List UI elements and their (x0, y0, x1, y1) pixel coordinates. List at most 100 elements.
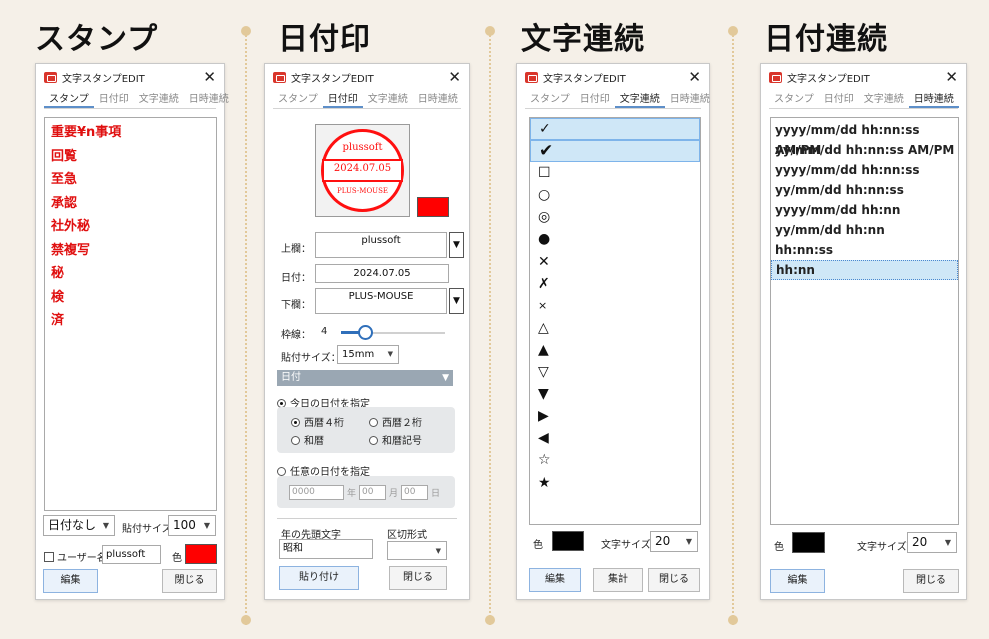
close-button[interactable]: 閉じる (162, 569, 217, 593)
user-field[interactable]: plussoft (102, 545, 161, 564)
tab-text-sequence[interactable]: 文字連続 (363, 92, 413, 108)
symbol-list[interactable]: ✓ ✔ ☐ ○ ◎ ● ✕ ✗ × △ ▲ ▽ ▼ ▶ ◀ ☆ ★ (529, 117, 701, 525)
size-select[interactable]: 20 ▼ (907, 532, 957, 553)
list-item[interactable]: yy/mm/dd hh:nn:ss (771, 180, 958, 200)
list-item[interactable]: ▶ (530, 405, 700, 427)
radio[interactable] (291, 418, 300, 427)
tab-text-sequence[interactable]: 文字連続 (614, 92, 665, 108)
list-item[interactable]: ☆ (530, 449, 700, 471)
close-icon[interactable]: ✕ (203, 69, 216, 85)
list-item[interactable]: ▼ (530, 383, 700, 405)
list-item[interactable]: ○ (530, 184, 700, 206)
day-field[interactable]: 00 (401, 485, 428, 500)
radio[interactable] (369, 436, 378, 445)
tab-stamp[interactable]: スタンプ (525, 92, 575, 108)
list-item[interactable]: ▲ (530, 339, 700, 361)
list-item[interactable]: 済 (45, 309, 216, 333)
list-item[interactable]: × (530, 295, 700, 317)
list-item[interactable]: yyyy/mm/dd hh:nn:ss AM/PM (771, 120, 958, 157)
user-checkbox[interactable] (44, 552, 54, 562)
list-item[interactable]: yy/mm/dd hh:nn:ss AM/PM (771, 140, 958, 160)
format-wareki-symbol[interactable]: 和暦記号 (369, 432, 422, 447)
edit-button[interactable]: 編集 (43, 569, 98, 593)
month-field[interactable]: 00 (359, 485, 386, 500)
border-slider-thumb[interactable] (357, 325, 373, 340)
list-item[interactable]: ✔ (530, 140, 700, 163)
format-seireki2[interactable]: 西暦２桁 (369, 414, 422, 429)
list-item[interactable]: hh:nn (771, 260, 958, 280)
tab-stamp[interactable]: スタンプ (44, 92, 94, 108)
radio[interactable] (291, 436, 300, 445)
list-item[interactable]: ● (530, 228, 700, 250)
list-item[interactable]: ◀ (530, 427, 700, 449)
close-button[interactable]: 閉じる (903, 569, 959, 593)
list-item[interactable]: 秘 (45, 262, 216, 286)
size-select[interactable]: 20 ▼ (650, 531, 698, 552)
date-format-list[interactable]: yyyy/mm/dd hh:nn:ss AM/PM yy/mm/dd hh:nn… (770, 117, 959, 525)
list-item[interactable]: 社外秘 (45, 215, 216, 239)
tab-date-sequence[interactable]: 日時連続 (184, 92, 234, 108)
edit-button[interactable]: 編集 (770, 569, 825, 593)
count-button[interactable]: 集計 (593, 568, 643, 592)
close-icon[interactable]: ✕ (448, 69, 461, 85)
edit-button[interactable]: 編集 (529, 568, 581, 592)
color-swatch[interactable] (185, 544, 217, 564)
tab-date-sequence[interactable]: 日時連続 (665, 92, 715, 108)
list-item[interactable]: ✗ (530, 273, 700, 295)
list-item[interactable]: yy/mm/dd hh:nn (771, 220, 958, 240)
list-item[interactable]: hh:nn:ss (771, 240, 958, 260)
tab-stamp[interactable]: スタンプ (769, 92, 819, 108)
date-field[interactable]: 2024.07.05 (315, 264, 449, 283)
list-item[interactable]: 禁複写 (45, 239, 216, 263)
list-item[interactable]: yyyy/mm/dd hh:nn (771, 200, 958, 220)
tab-date-stamp[interactable]: 日付印 (819, 92, 859, 108)
list-item[interactable]: 回覧 (45, 145, 216, 169)
size-select[interactable]: 100 ▼ (168, 515, 216, 536)
list-item[interactable]: 重要¥n事項 (45, 121, 216, 145)
format-wareki[interactable]: 和暦 (291, 432, 324, 447)
tab-text-sequence[interactable]: 文字連続 (859, 92, 909, 108)
size-select[interactable]: 15mm ▼ (337, 345, 399, 364)
list-item[interactable]: 検 (45, 286, 216, 310)
tab-date-sequence[interactable]: 日時連続 (908, 92, 959, 108)
radio[interactable] (369, 418, 378, 427)
color-swatch[interactable] (552, 531, 584, 551)
year-field[interactable]: 0000 (289, 485, 344, 500)
any-date-radio[interactable] (277, 467, 286, 476)
tab-stamp[interactable]: スタンプ (273, 92, 323, 108)
lower-field[interactable]: PLUS-MOUSE (315, 288, 447, 314)
close-button[interactable]: 閉じる (648, 568, 700, 592)
color-swatch[interactable] (417, 197, 449, 217)
stamp-list[interactable]: 重要¥n事項 回覧 至急 承認 社外秘 禁複写 秘 検 済 (44, 117, 217, 511)
list-item[interactable]: ✕ (530, 251, 700, 273)
list-item[interactable]: ★ (530, 472, 700, 494)
tab-text-sequence[interactable]: 文字連続 (134, 92, 184, 108)
list-item[interactable]: ◎ (530, 206, 700, 228)
lower-dropdown-button[interactable]: ▼ (449, 288, 464, 314)
list-item[interactable]: 至急 (45, 168, 216, 192)
color-swatch[interactable] (792, 532, 825, 553)
close-icon[interactable]: ✕ (688, 69, 701, 85)
tab-date-stamp[interactable]: 日付印 (322, 92, 363, 108)
tab-date-stamp[interactable]: 日付印 (575, 92, 615, 108)
list-item[interactable]: yyyy/mm/dd hh:nn:ss (771, 160, 958, 180)
sep-select[interactable]: ▼ (387, 541, 447, 560)
border-slider-track[interactable] (341, 325, 445, 340)
list-item[interactable]: ☐ (530, 162, 700, 184)
close-button[interactable]: 閉じる (389, 566, 447, 590)
upper-dropdown-button[interactable]: ▼ (449, 232, 464, 258)
preview-bottom-text: PLUS-MOUSE (336, 187, 388, 195)
date-section-header[interactable]: 日付 ▼ (277, 370, 453, 386)
list-item[interactable]: ▽ (530, 361, 700, 383)
date-select[interactable]: 日付なし ▼ (43, 515, 115, 536)
tab-date-stamp[interactable]: 日付印 (94, 92, 134, 108)
list-item[interactable]: 承認 (45, 192, 216, 216)
tab-date-sequence[interactable]: 日時連続 (413, 92, 463, 108)
paste-button[interactable]: 貼り付け (279, 566, 359, 590)
list-item[interactable]: △ (530, 317, 700, 339)
prefix-field[interactable]: 昭和 (279, 539, 373, 559)
format-seireki4[interactable]: 西暦４桁 (291, 414, 344, 429)
list-item[interactable]: ✓ (530, 118, 700, 141)
upper-field[interactable]: plussoft (315, 232, 447, 258)
close-icon[interactable]: ✕ (945, 69, 958, 85)
